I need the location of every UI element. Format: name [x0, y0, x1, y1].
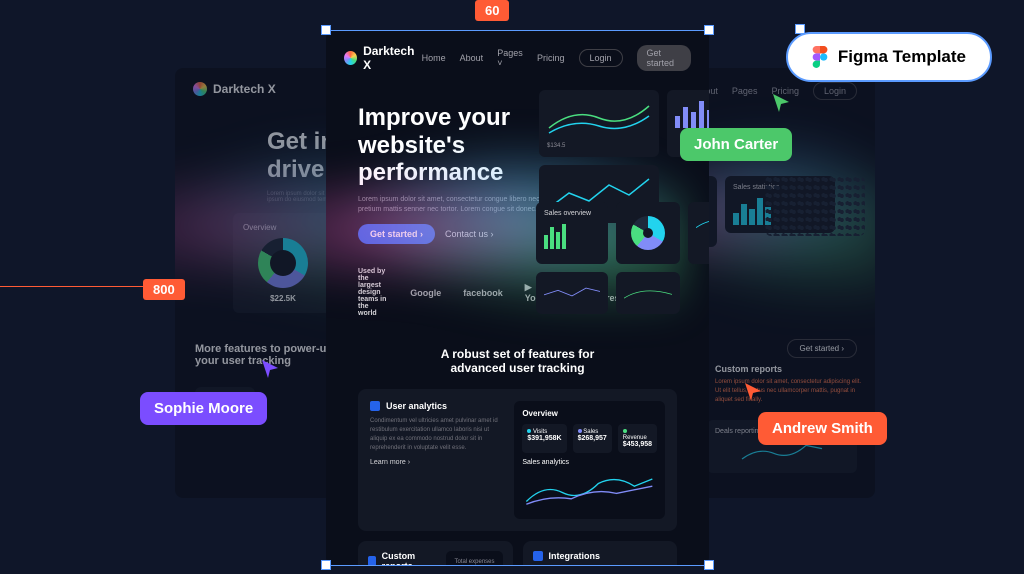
cta-get-started-button[interactable]: Get started › [358, 224, 435, 244]
right-get-started-pill[interactable]: Get started › [787, 339, 857, 358]
feature-card-integrations: Integrations Excepteur sint occaecat cup… [523, 541, 678, 565]
selection-edge-top [326, 30, 709, 31]
donut-chart-icon [258, 238, 308, 288]
artboard-center[interactable]: Darktech X Home About Pages ˅ Pricing Lo… [326, 30, 709, 565]
features-heading: A robust set of features for advanced us… [418, 347, 618, 375]
reports-icon [368, 556, 376, 565]
overview-chart [522, 470, 657, 506]
stat-revenue: Revenue $453,958 [618, 424, 657, 453]
hero-l2: website's [358, 132, 465, 159]
cursor-label-john: John Carter [680, 128, 792, 161]
feat1-desc: Condimentum vel ultricies amet pulvinar … [370, 417, 500, 453]
feat1-link[interactable]: Learn more › [370, 459, 500, 466]
cursor-label-sophie: Sophie Moore [140, 392, 267, 425]
stat-visits: Visits $391,958K [522, 424, 566, 453]
feature-card-analytics: User analytics Condimentum vel ultricies… [358, 389, 677, 531]
left-hero-l2: drive [267, 156, 324, 183]
selection-handle-tl[interactable] [321, 25, 331, 35]
chevron-down-icon: ˅ [497, 58, 502, 68]
expenses-box: Total expenses $22,580 [446, 551, 502, 565]
overview-title: Overview [522, 409, 657, 418]
brand-logo-icon [193, 82, 207, 96]
nav-home[interactable]: Home [422, 53, 446, 63]
integrations-icon [533, 551, 543, 561]
cta-contact-button[interactable]: Contact us › [445, 229, 494, 239]
selection-edge-bottom [326, 565, 709, 566]
selection-handle-tr[interactable] [704, 25, 714, 35]
figma-badge-label: Figma Template [838, 47, 966, 67]
cursor-john-icon [771, 92, 793, 114]
nav-pages[interactable]: Pages ˅ [497, 48, 523, 68]
nav-about[interactable]: About [460, 53, 484, 63]
hero-l3: performance [358, 159, 503, 186]
cursor-sophie-icon [260, 358, 282, 380]
feat2-title: Custom reports [382, 551, 433, 565]
brand-text: Darktech X [363, 44, 422, 72]
selection-handle-br[interactable] [704, 560, 714, 570]
brand-center: Darktech X [344, 44, 422, 72]
brand-logo-icon [344, 51, 357, 65]
logo-google: Google [410, 288, 441, 298]
measurement-left: 800 [143, 279, 185, 300]
overview-section: Sales analytics [522, 459, 657, 466]
features-section: A robust set of features for advanced us… [326, 331, 709, 565]
left-ov-value: $22.5K [243, 294, 323, 303]
right-card-desc: Lorem ipsum dolor sit amet, consectetur … [715, 378, 865, 405]
cursor-label-andrew: Andrew Smith [758, 412, 887, 445]
brand-left: Darktech X [193, 82, 276, 96]
sparkline-1 [547, 98, 651, 138]
hero-dashboard-row2: Sales overview [536, 202, 709, 314]
right-nav-login[interactable]: Login [813, 82, 857, 100]
feat1-title: User analytics [386, 401, 447, 411]
logos-lead: Used by the largest design teams in the … [358, 268, 388, 317]
hero-l1: Improve your [358, 104, 510, 131]
logo-facebook: facebook [463, 288, 503, 298]
overview-panel: Overview Visits $391,958K Sales $268,957 [514, 401, 665, 519]
figma-logo-icon [812, 46, 828, 68]
cursor-andrew-icon [743, 381, 763, 401]
right-map-card [765, 176, 865, 236]
nav-login[interactable]: Login [579, 49, 623, 67]
feature-card-reports: Custom reports Lorem ipsum dolor sit ame… [358, 541, 513, 565]
brand-text: Darktech X [213, 82, 276, 96]
center-nav: Darktech X Home About Pages ˅ Pricing Lo… [326, 30, 709, 86]
left-overview-card: Overview $22.5K [233, 213, 333, 313]
feat3-title: Integrations [549, 551, 601, 561]
right-custom-reports-card: Custom reports Lorem ipsum dolor sit ame… [715, 364, 865, 405]
measurement-top: 60 [475, 0, 509, 21]
figma-template-badge[interactable]: Figma Template [786, 32, 992, 82]
nav-get-started[interactable]: Get started [637, 45, 691, 71]
selection-handle-bl[interactable] [321, 560, 331, 570]
nav-pricing[interactable]: Pricing [537, 53, 565, 63]
analytics-icon [370, 401, 380, 411]
left-ov-title: Overview [243, 223, 323, 232]
right-nav-pages[interactable]: Pages [732, 86, 758, 96]
center-donut [631, 216, 665, 250]
stat-sales: Sales $268,957 [573, 424, 612, 453]
right-card-title: Custom reports [715, 364, 865, 374]
